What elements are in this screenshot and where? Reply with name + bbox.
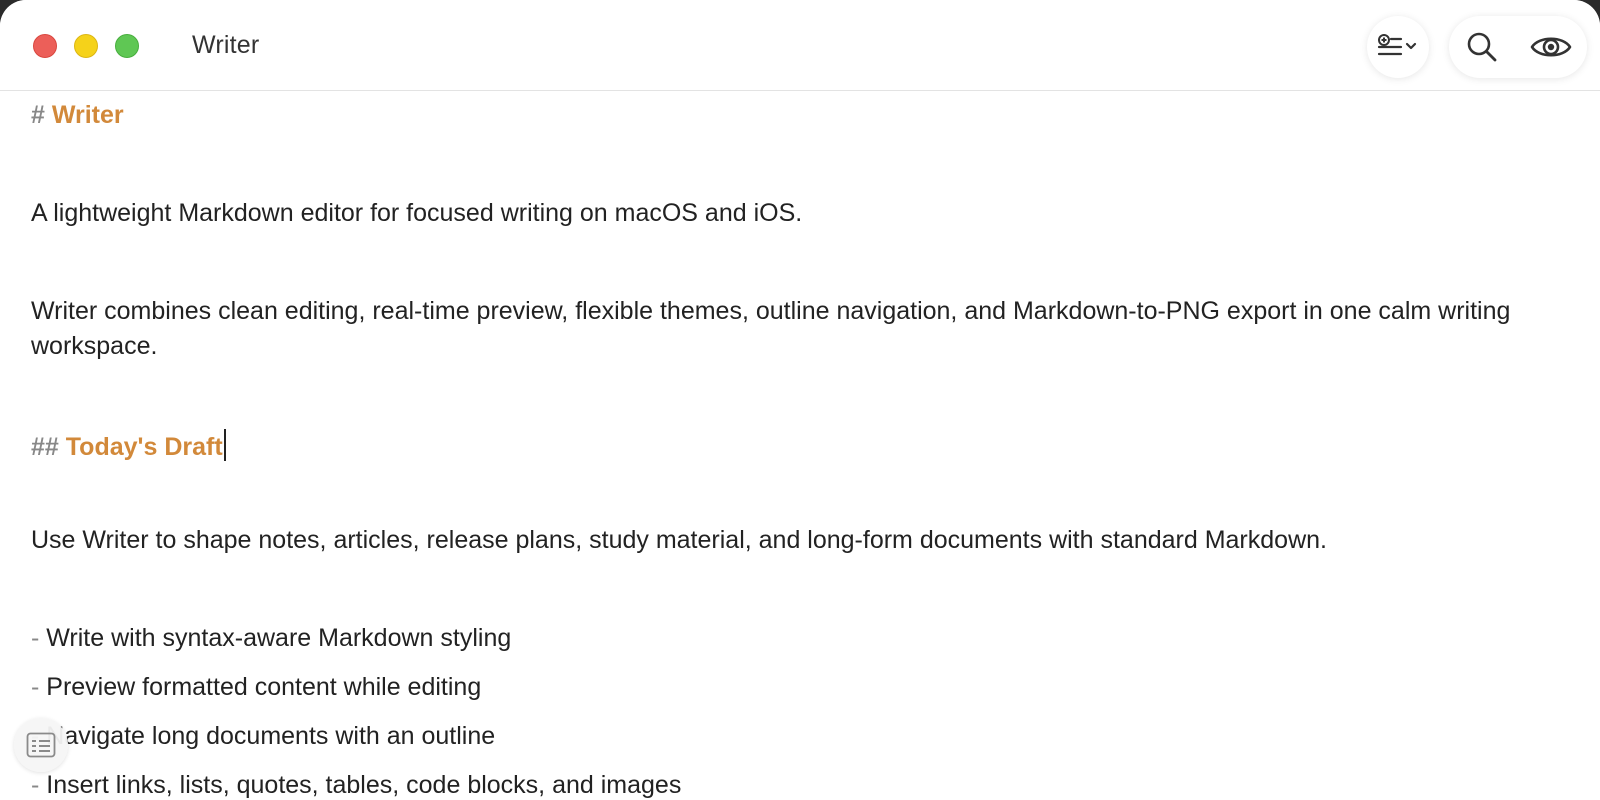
heading-2-line: ## Today's Draft: [31, 429, 226, 462]
description-paragraph: Writer combines clean editing, real-time…: [31, 297, 1511, 360]
list-item: - Preview formatted content while editin…: [31, 673, 481, 702]
editor-window: Writer # Writer A lightweight Markdown e…: [0, 0, 1600, 800]
list-bullet: -: [31, 771, 40, 799]
list-item-text: Preview formatted content while editing: [46, 673, 482, 701]
intro-paragraph: A lightweight Markdown editor for focuse…: [31, 199, 803, 227]
heading-2-text: Today's Draft: [65, 433, 223, 461]
maximize-window-button[interactable]: [115, 34, 139, 58]
heading-1-text: Writer: [51, 101, 124, 129]
list-item: - Navigate long documents with an outlin…: [31, 722, 495, 751]
list-bullet: -: [31, 624, 40, 652]
list-item-text: Write with syntax-aware Markdown styling: [46, 624, 512, 652]
format-list-icon: [1377, 34, 1417, 56]
markdown-editor[interactable]: # Writer A lightweight Markdown editor f…: [31, 90, 1581, 800]
list-item-text: Navigate long documents with an outline: [46, 722, 496, 750]
heading-2-marker: ##: [31, 433, 59, 461]
close-window-button[interactable]: [33, 34, 57, 58]
list-item: - Write with syntax-aware Markdown styli…: [31, 624, 511, 653]
minimize-window-button[interactable]: [74, 34, 98, 58]
eye-icon: [1530, 37, 1572, 57]
window-title: Writer: [192, 31, 260, 59]
format-toolbar-group: [1367, 16, 1429, 78]
view-toolbar-group: [1449, 16, 1587, 78]
preview-toggle-button[interactable]: [1515, 16, 1587, 78]
list-item: - Insert links, lists, quotes, tables, c…: [31, 771, 681, 800]
usage-paragraph: Use Writer to shape notes, articles, rel…: [31, 526, 1327, 554]
title-bar: Writer: [0, 0, 1600, 91]
list-bullet: -: [31, 673, 40, 701]
list-item-text: Insert links, lists, quotes, tables, cod…: [46, 771, 682, 799]
heading-1-line: # Writer: [31, 101, 124, 130]
outline-toggle-button[interactable]: [14, 718, 68, 772]
outline-icon: [26, 732, 56, 758]
search-button[interactable]: [1449, 16, 1515, 78]
search-icon: [1467, 32, 1497, 62]
heading-1-marker: #: [31, 101, 45, 129]
text-cursor: [223, 429, 226, 461]
format-menu-button[interactable]: [1367, 16, 1429, 78]
